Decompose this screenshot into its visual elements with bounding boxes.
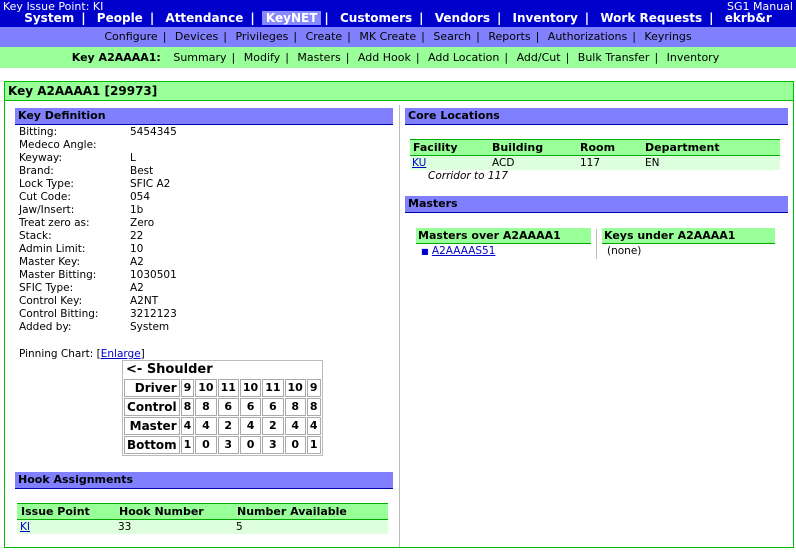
- main-nav: System | People | Attendance | KeyNET | Cust…: [0, 11, 796, 25]
- subnav-mk-create[interactable]: MK Create: [354, 27, 421, 47]
- keys-under-value: (none): [607, 245, 642, 257]
- masters-header: Masters: [405, 196, 788, 213]
- key-definition-header: Key Definition: [15, 108, 393, 125]
- location-note: Corridor to 117: [428, 170, 508, 182]
- pin-row-control: Control 8866688: [124, 398, 321, 416]
- core-locations-table-header: Facility Building Room Department: [410, 139, 780, 156]
- master-key-link[interactable]: A2AAAAS51: [432, 245, 496, 257]
- top-bar: Key Issue Point: KI SG1 Manual System | P…: [0, 0, 796, 27]
- key-definition-list: Bitting: 5454345 Medeco Angle: Keyway: L B…: [19, 126, 177, 334]
- subnav-privileges[interactable]: Privileges: [230, 27, 293, 47]
- nav-ekrbr[interactable]: ekrb&r: [721, 11, 776, 25]
- kd-row-jaw-insert: Jaw/Insert: 1b: [19, 204, 144, 216]
- list-item: ■ A2AAAAS51: [421, 245, 495, 258]
- kd-row-admin-limit: Admin Limit: 10: [19, 243, 144, 255]
- key-modify-link[interactable]: Modify: [239, 47, 285, 68]
- kd-row-brand: Brand: Best: [19, 165, 154, 177]
- core-locations-header: Core Locations: [405, 108, 788, 125]
- kd-row-control-bitting: Control Bitting: 3212123: [19, 308, 177, 320]
- masters-divider: [596, 229, 597, 259]
- key-summary-link[interactable]: Summary: [168, 47, 231, 68]
- bullet-icon: ■: [421, 247, 429, 256]
- kd-row-stack: Stack: 22: [19, 230, 144, 242]
- nav-inventory[interactable]: Inventory: [509, 11, 582, 25]
- column-divider: [399, 105, 400, 547]
- key-actions-nav: Key A2AAAA1: Summary | Modify | Masters | A…: [0, 47, 796, 68]
- key-masters-link[interactable]: Masters: [292, 47, 345, 68]
- key-add-location-link[interactable]: Add Location: [423, 47, 504, 68]
- hooks-table-header: Issue Point Hook Number Number Available: [17, 503, 388, 520]
- nav-keynet[interactable]: KeyNET: [261, 11, 322, 25]
- pin-row-bottom: Bottom 1030301: [124, 436, 321, 454]
- pinning-chart-label: Pinning Chart: [Enlarge]: [19, 348, 145, 360]
- key-add-cut-link[interactable]: Add/Cut: [512, 47, 566, 68]
- facility-link[interactable]: KU: [412, 156, 426, 170]
- kd-row-sfic-type: SFIC Type: A2: [19, 282, 144, 294]
- page-title: Key A2AAAA1 [29973]: [5, 82, 793, 101]
- subnav-create[interactable]: Create: [301, 27, 348, 47]
- keys-under-header: Keys under A2AAAA1: [602, 228, 775, 244]
- kd-row-medeco-angle: Medeco Angle:: [19, 139, 97, 151]
- nav-system[interactable]: System: [20, 11, 78, 25]
- table-row: KI 33 5: [17, 520, 388, 534]
- pin-row-driver: Driver 9 10 11 10 11 10 9: [124, 379, 321, 397]
- kd-row-added-by: Added by: System: [19, 321, 170, 333]
- key-inventory-link[interactable]: Inventory: [662, 47, 725, 68]
- subnav-devices[interactable]: Devices: [170, 27, 223, 47]
- pin-row-master: Master 4424244: [124, 417, 321, 435]
- kd-row-bitting: Bitting: 5454345: [19, 126, 177, 138]
- hook-assignments-header: Hook Assignments: [15, 472, 393, 489]
- table-row: KU ACD 117 EN: [410, 156, 780, 170]
- enlarge-link[interactable]: Enlarge: [101, 348, 141, 360]
- key-actions-label: Key A2AAAA1:: [71, 51, 161, 64]
- subnav-keyrings[interactable]: Keyrings: [639, 27, 696, 47]
- pinning-chart: <- Shoulder Driver 9 10 11 10 11 10 9 Control …: [122, 360, 323, 456]
- kd-row-control-key: Control Key: A2NT: [19, 295, 159, 307]
- subnav-authorizations[interactable]: Authorizations: [543, 27, 632, 47]
- issue-point-link[interactable]: KI: [20, 520, 30, 534]
- masters-over-header: Masters over A2AAAA1: [416, 228, 591, 244]
- subnav-configure[interactable]: Configure: [99, 27, 162, 47]
- key-bulk-transfer-link[interactable]: Bulk Transfer: [573, 47, 655, 68]
- nav-work-requests[interactable]: Work Requests: [596, 11, 706, 25]
- shoulder-label: <- Shoulder: [126, 362, 213, 377]
- subnav-reports[interactable]: Reports: [483, 27, 535, 47]
- kd-row-lock-type: Lock Type: SFIC A2: [19, 178, 171, 190]
- keynet-subnav: Configure | Devices | Privileges | Create | …: [0, 27, 796, 47]
- nav-vendors[interactable]: Vendors: [431, 11, 494, 25]
- kd-row-cut-code: Cut Code: 054: [19, 191, 151, 203]
- key-add-hook-link[interactable]: Add Hook: [353, 47, 416, 68]
- kd-row-master-bitting: Master Bitting: 1030501: [19, 269, 177, 281]
- kd-row-keyway: Keyway: L: [19, 152, 136, 164]
- kd-row-master-key: Master Key: A2: [19, 256, 144, 268]
- nav-customers[interactable]: Customers: [336, 11, 416, 25]
- subnav-search[interactable]: Search: [428, 27, 476, 47]
- kd-row-treat-zero: Treat zero as: Zero: [19, 217, 155, 229]
- nav-attendance[interactable]: Attendance: [161, 11, 247, 25]
- nav-people[interactable]: People: [93, 11, 147, 25]
